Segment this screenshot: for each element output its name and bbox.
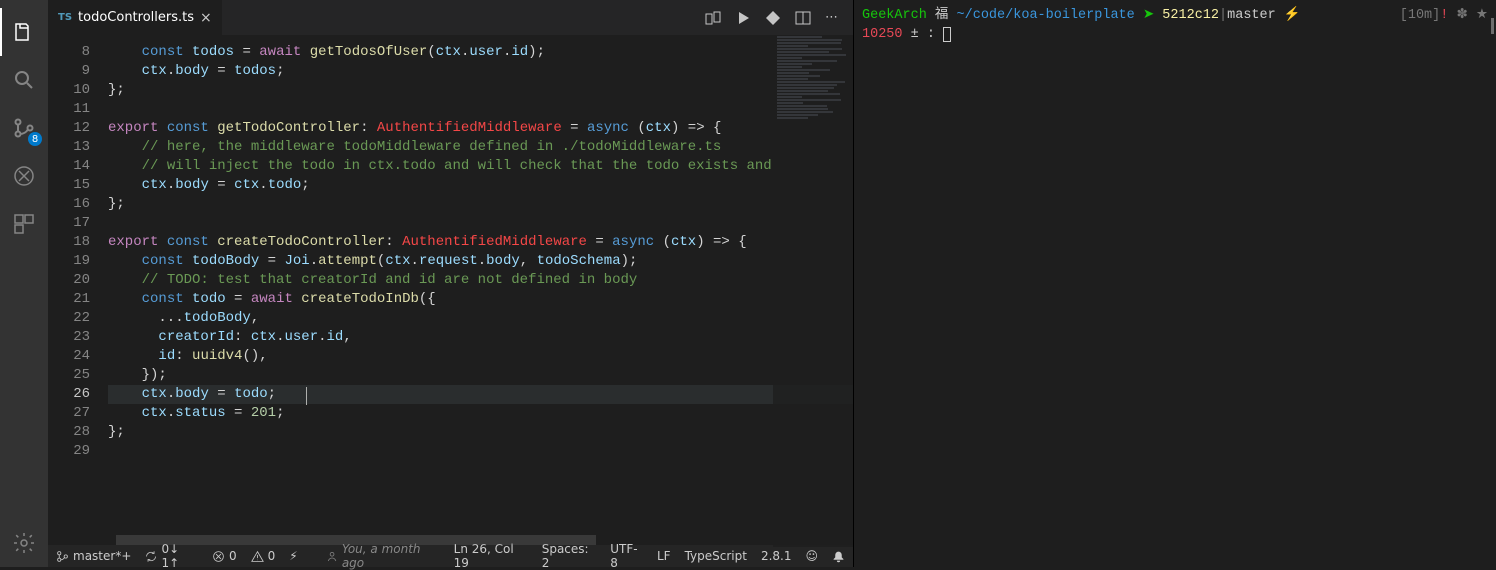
- status-warnings[interactable]: 0: [251, 549, 276, 563]
- status-errors[interactable]: 0: [212, 549, 237, 563]
- status-bell-icon[interactable]: [832, 550, 845, 563]
- code-editor[interactable]: 8910111213141516171819202122232425262728…: [48, 35, 853, 545]
- status-git-blame[interactable]: You, a month ago: [326, 542, 440, 570]
- split-editor-icon[interactable]: [795, 10, 811, 26]
- diff-icon[interactable]: [765, 10, 781, 26]
- activity-bar: 8: [0, 0, 48, 567]
- more-icon[interactable]: ⋯: [825, 10, 841, 26]
- editor-actions: ⋯: [705, 0, 853, 35]
- debug-icon[interactable]: [0, 152, 48, 200]
- close-icon[interactable]: ×: [200, 11, 212, 25]
- status-encoding[interactable]: UTF-8: [610, 542, 643, 570]
- terminal-cursor: [943, 27, 951, 42]
- tab-filename: todoControllers.ts: [78, 10, 194, 25]
- search-icon[interactable]: [0, 56, 48, 104]
- code-content[interactable]: const todos = await getTodosOfUser(ctx.u…: [108, 35, 853, 545]
- status-action-icon[interactable]: ⚡: [289, 549, 297, 563]
- status-cursor-pos[interactable]: Ln 26, Col 19: [454, 542, 528, 570]
- scm-badge: 8: [28, 132, 42, 146]
- status-spaces[interactable]: Spaces: 2: [542, 542, 597, 570]
- explorer-icon[interactable]: [0, 8, 48, 56]
- status-feedback-icon[interactable]: ☺: [805, 549, 818, 563]
- status-bar: master*+ 0↓ 1↑ 0 0 ⚡ You, a month ago Ln…: [48, 545, 853, 567]
- extensions-icon[interactable]: [0, 200, 48, 248]
- compare-icon[interactable]: [705, 10, 721, 26]
- terminal-scrollbar[interactable]: [1491, 18, 1494, 34]
- terminal-line: 10250 ± :: [862, 25, 1488, 44]
- minimap[interactable]: [773, 35, 853, 547]
- text-cursor-icon: [306, 387, 308, 405]
- status-version[interactable]: 2.8.1: [761, 549, 792, 563]
- status-branch[interactable]: master*+: [56, 549, 131, 563]
- horizontal-scrollbar[interactable]: [116, 535, 596, 545]
- run-icon[interactable]: [735, 10, 751, 26]
- status-language[interactable]: TypeScript: [685, 549, 747, 563]
- settings-gear-icon[interactable]: [0, 519, 48, 567]
- terminal-line: GeekArch 福 ~/code/koa-boilerplate ➤ 5212…: [862, 6, 1488, 25]
- line-gutter: 8910111213141516171819202122232425262728…: [48, 35, 108, 545]
- status-eol[interactable]: LF: [657, 549, 671, 563]
- terminal-panel[interactable]: GeekArch 福 ~/code/koa-boilerplate ➤ 5212…: [853, 0, 1496, 567]
- tab-bar: TS todoControllers.ts × ⋯: [48, 0, 853, 35]
- status-sync[interactable]: 0↓ 1↑: [145, 542, 198, 570]
- editor-area: TS todoControllers.ts × ⋯ 89101112131415…: [48, 0, 853, 567]
- source-control-icon[interactable]: 8: [0, 104, 48, 152]
- tab-todocontrollers[interactable]: TS todoControllers.ts ×: [48, 0, 223, 35]
- typescript-file-icon: TS: [58, 12, 72, 23]
